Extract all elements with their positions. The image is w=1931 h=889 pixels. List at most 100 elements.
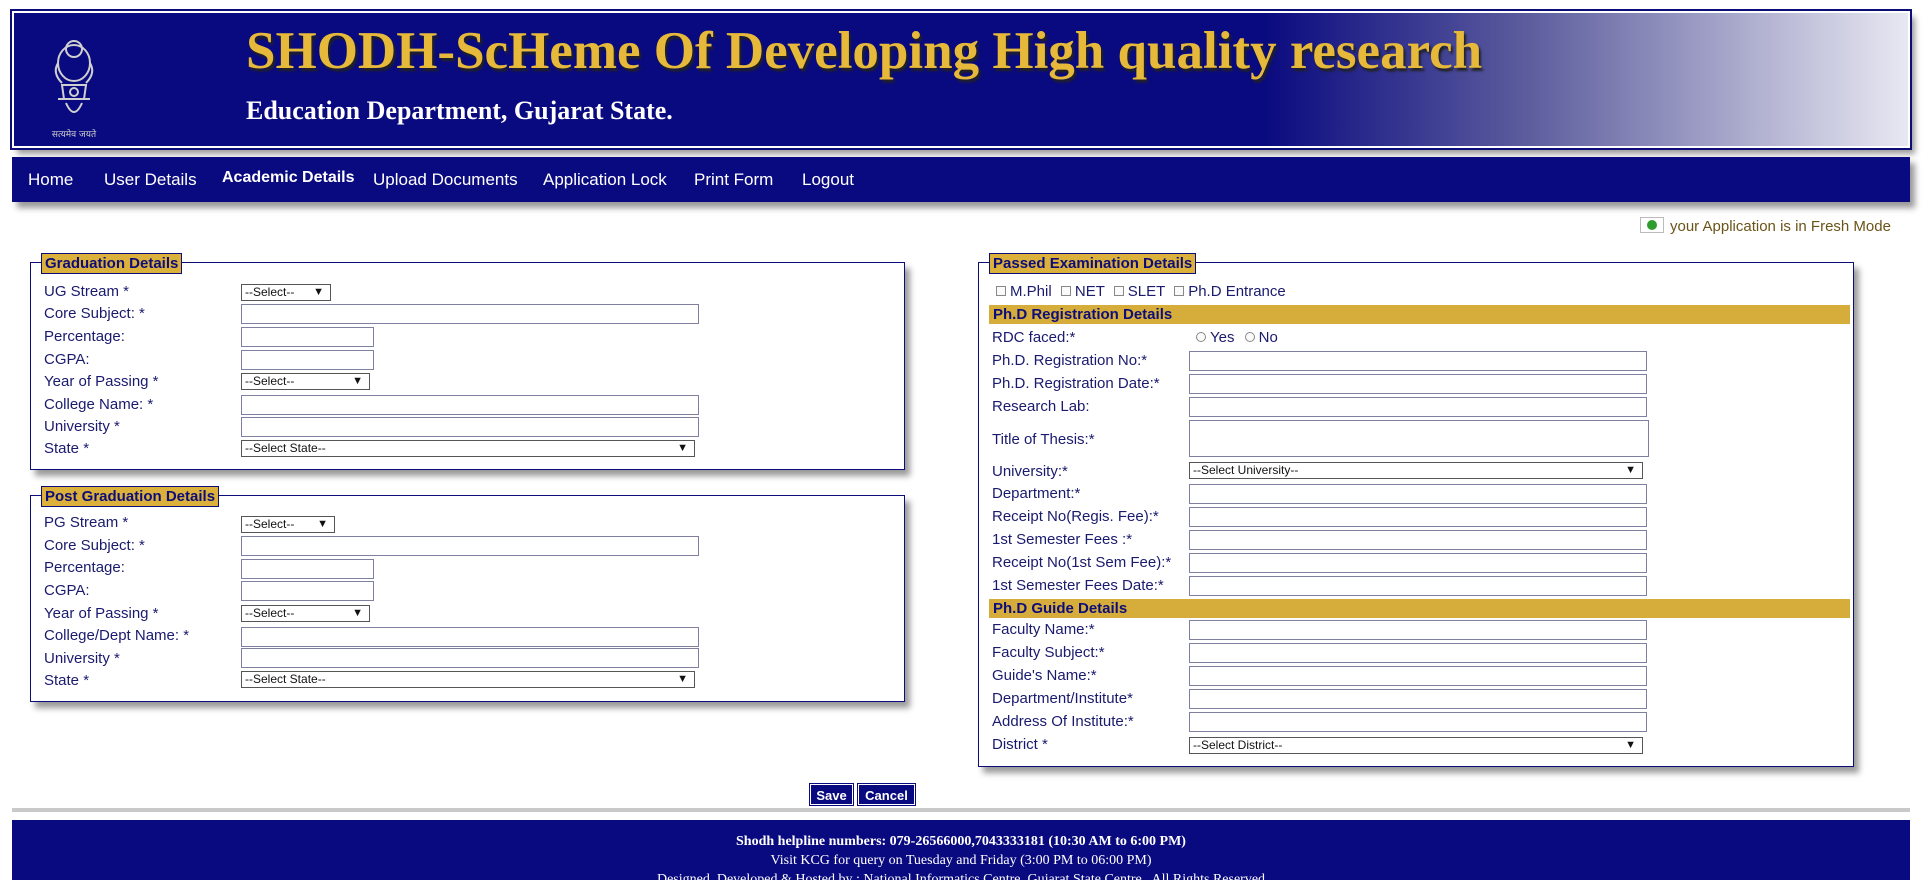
ug-stream-select[interactable]: --Select-- ▼ [241, 284, 331, 301]
research-lab-input[interactable] [1189, 397, 1647, 417]
institute-address-label: Address Of Institute:* [992, 713, 1134, 730]
university-label: University * [44, 418, 120, 435]
dropdown-arrow-icon: ▼ [352, 607, 363, 619]
pg-college-name-label: College/Dept Name: * [44, 627, 190, 644]
ug-percentage-input[interactable] [241, 327, 374, 347]
first-sem-fees-label: 1st Semester Fees :* [992, 531, 1133, 548]
passed-examination-panel: Passed Examination Details M.Phil NET SL… [978, 253, 1854, 767]
pg-cgpa-input[interactable] [241, 581, 374, 601]
college-name-label: College Name: * [44, 396, 154, 413]
receipt-reg-fee-input[interactable] [1189, 507, 1647, 527]
footer-divider [12, 808, 1910, 812]
net-checkbox[interactable] [1060, 286, 1071, 296]
dropdown-arrow-icon: ▼ [677, 442, 688, 454]
page-title: SHODH-ScHeme Of Developing High quality … [246, 22, 1483, 80]
nav-user-details[interactable]: User Details [104, 170, 197, 190]
core-subject-label: Core Subject: * [44, 305, 145, 322]
phd-reg-no-label: Ph.D. Registration No:* [992, 352, 1148, 369]
phd-registration-band: Ph.D Registration Details [989, 305, 1850, 324]
receipt-sem-fee-label: Receipt No(1st Sem Fee):* [992, 554, 1172, 571]
passed-examination-legend: Passed Examination Details [989, 253, 1197, 274]
mode-text: your Application is in Fresh Mode [1670, 218, 1891, 235]
lock-open-icon [1640, 217, 1664, 233]
pg-core-subject-label: Core Subject: * [44, 537, 145, 554]
pg-cgpa-label: CGPA: [44, 582, 90, 599]
dropdown-arrow-icon: ▼ [677, 673, 688, 685]
ug-state-select[interactable]: --Select State-- ▼ [241, 440, 695, 457]
ug-year-select[interactable]: --Select-- ▼ [241, 373, 370, 390]
pg-college-name-input[interactable] [241, 627, 699, 647]
institute-address-input[interactable] [1189, 712, 1647, 732]
ug-stream-label: UG Stream * [44, 283, 130, 300]
site-footer: Shodh helpline numbers: 079-26566000,704… [12, 820, 1910, 887]
research-lab-label: Research Lab: [992, 398, 1090, 415]
pg-state-label: State * [44, 672, 90, 689]
post-graduation-legend: Post Graduation Details [41, 486, 220, 507]
main-nav: Home User Details Academic Details Uploa… [12, 157, 1910, 202]
pg-year-of-passing-label: Year of Passing * [44, 605, 159, 622]
nav-upload-documents[interactable]: Upload Documents [373, 170, 518, 190]
ug-college-name-input[interactable] [241, 395, 699, 415]
ug-core-subject-input[interactable] [241, 304, 699, 324]
pg-percentage-label: Percentage: [44, 559, 125, 576]
rdc-radio-group: Yes No [1196, 329, 1278, 346]
faculty-subject-label: Faculty Subject:* [992, 644, 1105, 661]
national-emblem-icon: सत्यमेव जयते [52, 40, 97, 140]
state-label: State * [44, 440, 90, 457]
pg-university-label: University * [44, 650, 120, 667]
pg-university-input[interactable] [241, 648, 699, 668]
first-sem-fees-input[interactable] [1189, 530, 1647, 550]
rdc-faced-label: RDC faced:* [992, 329, 1076, 346]
nav-academic-details[interactable]: Academic Details [222, 169, 355, 187]
nav-application-lock[interactable]: Application Lock [543, 170, 667, 190]
nav-print-form[interactable]: Print Form [694, 170, 773, 190]
guide-name-label: Guide's Name:* [992, 667, 1097, 684]
faculty-subject-input[interactable] [1189, 643, 1647, 663]
pg-core-subject-input[interactable] [241, 536, 699, 556]
helpline-text: Shodh helpline numbers: 079-26566000,704… [736, 834, 1186, 849]
faculty-name-input[interactable] [1189, 620, 1647, 640]
exam-checkbox-row: M.Phil NET SLET Ph.D Entrance [996, 283, 1286, 300]
guide-name-input[interactable] [1189, 666, 1647, 686]
pg-year-select[interactable]: --Select-- ▼ [241, 605, 370, 622]
phd-reg-date-input[interactable] [1189, 374, 1647, 394]
pg-state-select[interactable]: --Select State-- ▼ [241, 671, 695, 688]
district-select[interactable]: --Select District-- ▼ [1189, 737, 1643, 754]
department-input[interactable] [1189, 484, 1647, 504]
pg-stream-select[interactable]: --Select-- ▼ [241, 516, 335, 533]
department-label: Department:* [992, 485, 1081, 502]
thesis-title-textarea[interactable] [1189, 420, 1649, 457]
ug-cgpa-input[interactable] [241, 350, 374, 370]
department-institute-input[interactable] [1189, 689, 1647, 709]
emblem-motto: सत्यमेव जयते [52, 128, 97, 140]
mphil-checkbox[interactable] [996, 286, 1006, 296]
save-button[interactable]: Save [809, 783, 854, 806]
receipt-reg-fee-label: Receipt No(Regis. Fee):* [992, 508, 1159, 525]
phd-reg-no-input[interactable] [1189, 351, 1647, 371]
phd-university-label: University:* [992, 463, 1068, 480]
ug-university-input[interactable] [241, 417, 699, 437]
dropdown-arrow-icon: ▼ [317, 518, 328, 530]
phd-reg-date-label: Ph.D. Registration Date:* [992, 375, 1160, 392]
rdc-yes-radio[interactable] [1196, 332, 1206, 342]
first-sem-fees-date-label: 1st Semester Fees Date:* [992, 577, 1164, 594]
graduation-details-panel: Graduation Details UG Stream * --Select-… [30, 253, 905, 470]
page-subtitle: Education Department, Gujarat State. [246, 96, 673, 125]
receipt-sem-fee-input[interactable] [1189, 553, 1647, 573]
cancel-button[interactable]: Cancel [857, 783, 916, 806]
percentage-label: Percentage: [44, 328, 125, 345]
district-label: District * [992, 736, 1048, 753]
department-institute-label: Department/Institute* [992, 690, 1133, 707]
nav-logout[interactable]: Logout [802, 170, 854, 190]
phd-university-select[interactable]: --Select University-- ▼ [1189, 462, 1643, 479]
cgpa-label: CGPA: [44, 351, 90, 368]
pg-percentage-input[interactable] [241, 559, 374, 579]
phd-entrance-checkbox[interactable] [1174, 286, 1185, 296]
slet-checkbox[interactable] [1113, 286, 1124, 296]
rdc-no-radio[interactable] [1244, 332, 1255, 342]
first-sem-fees-date-input[interactable] [1189, 576, 1647, 596]
nav-home[interactable]: Home [28, 170, 73, 190]
graduation-legend: Graduation Details [41, 253, 183, 274]
faculty-name-label: Faculty Name:* [992, 621, 1095, 638]
pg-stream-label: PG Stream * [44, 514, 129, 531]
